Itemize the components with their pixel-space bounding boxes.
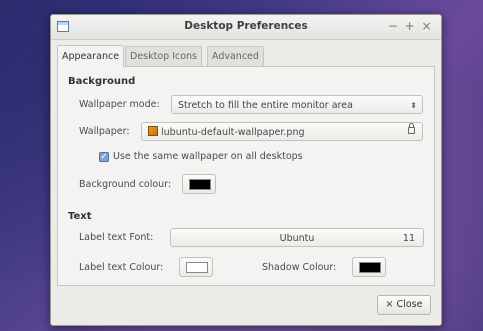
background-colour-swatch bbox=[189, 179, 211, 190]
window-title: Desktop Preferences bbox=[184, 20, 308, 32]
wallpaper-file-name: lubuntu-default-wallpaper.png bbox=[161, 127, 305, 138]
same-wallpaper-label: Use the same wallpaper on all desktops bbox=[113, 151, 303, 162]
wallpaper-label: Wallpaper: bbox=[79, 126, 130, 137]
close-button-label: Close bbox=[396, 299, 423, 310]
minimize-icon[interactable]: − bbox=[386, 19, 399, 33]
font-name: Ubuntu bbox=[279, 233, 315, 244]
tab-advanced[interactable]: Advanced bbox=[207, 46, 264, 66]
font-size: 11 bbox=[402, 233, 415, 244]
close-button-icon: × bbox=[385, 299, 394, 310]
wallpaper-mode-select[interactable]: Stretch to fill the entire monitor area … bbox=[171, 95, 423, 114]
updown-arrow-icon: ⬍ bbox=[410, 101, 417, 110]
label-font-label: Label text Font: bbox=[79, 232, 154, 243]
background-colour-label: Background colour: bbox=[79, 179, 172, 190]
shadow-colour-swatch bbox=[359, 262, 381, 273]
same-wallpaper-checkbox[interactable]: ✓ bbox=[99, 152, 109, 162]
image-file-icon bbox=[148, 126, 158, 136]
close-icon[interactable]: × bbox=[420, 19, 433, 33]
open-file-icon bbox=[408, 123, 415, 134]
label-text-colour-label: Label text Colour: bbox=[79, 262, 164, 273]
shadow-colour-button[interactable] bbox=[352, 257, 386, 277]
shadow-colour-label: Shadow Colour: bbox=[262, 262, 337, 273]
wallpaper-file-chooser[interactable]: lubuntu-default-wallpaper.png bbox=[141, 122, 423, 141]
label-text-colour-swatch bbox=[186, 262, 208, 273]
appearance-panel: Background Wallpaper mode: Stretch to fi… bbox=[57, 66, 435, 286]
text-section-title: Text bbox=[68, 211, 92, 222]
label-text-colour-button[interactable] bbox=[179, 257, 213, 277]
maximize-icon[interactable]: + bbox=[403, 19, 416, 33]
tab-desktop-icons[interactable]: Desktop Icons bbox=[125, 46, 203, 66]
background-section-title: Background bbox=[68, 76, 136, 87]
title-bar[interactable]: Desktop Preferences − + × bbox=[51, 15, 441, 40]
window-controls: − + × bbox=[386, 19, 433, 33]
tab-appearance[interactable]: Appearance bbox=[57, 45, 125, 67]
background-colour-button[interactable] bbox=[182, 174, 216, 194]
label-font-button[interactable]: Ubuntu 11 bbox=[170, 228, 424, 247]
close-button[interactable]: × Close bbox=[377, 295, 431, 315]
wallpaper-mode-label: Wallpaper mode: bbox=[79, 99, 160, 110]
desktop-preferences-window: Desktop Preferences − + × Appearance Des… bbox=[50, 14, 442, 326]
wallpaper-mode-value: Stretch to fill the entire monitor area bbox=[178, 100, 353, 111]
